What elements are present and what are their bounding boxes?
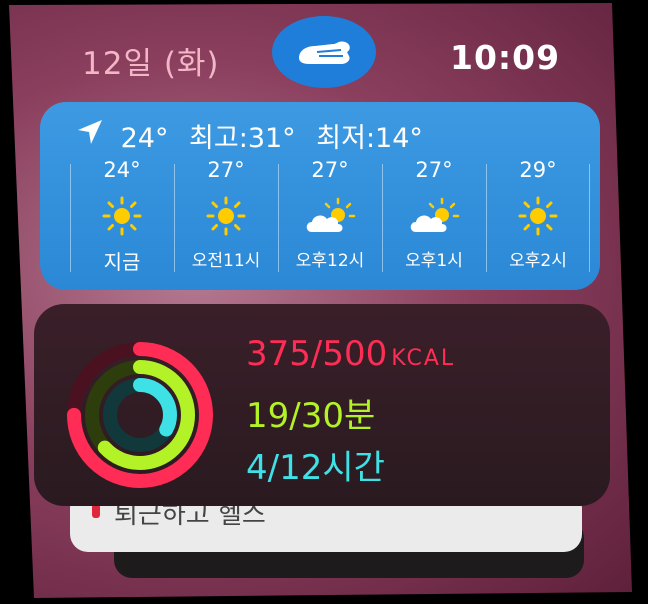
activity-widget[interactable]: 375/500 KCAL 19/30분 4/12시간 xyxy=(34,304,610,506)
activity-rings xyxy=(67,342,213,488)
forecast-temp: 29° xyxy=(519,158,557,182)
forecast-time: 오후12시 xyxy=(295,251,365,271)
forecast-temp: 27° xyxy=(415,158,453,182)
move-stat: 375/500 KCAL xyxy=(246,334,455,374)
forecast-time: 오후1시 xyxy=(405,251,463,271)
watch-screen: 12일 (화) 10:09 24° 최고:31° 최저:14° 24° 지금 2… xyxy=(9,3,632,598)
forecast-time: 오전11시 xyxy=(191,251,261,271)
low-temperature: 최저:14° xyxy=(316,123,423,154)
date-label: 12일 (화) xyxy=(82,46,220,82)
move-value: 375/500 xyxy=(246,334,388,374)
hand-gesture-icon xyxy=(299,41,350,64)
forecast-hour: 29° 오후2시 xyxy=(486,158,590,274)
sun-icon xyxy=(518,196,558,236)
move-unit: KCAL xyxy=(391,346,456,371)
forecast-hour: 24° 지금 xyxy=(70,158,174,274)
current-temperature: 24° xyxy=(120,123,169,154)
forecast-temp: 27° xyxy=(207,158,245,182)
weather-summary: 24° 최고:31° 최저:14° xyxy=(78,116,423,155)
partly-cloudy-icon xyxy=(306,197,356,232)
exercise-stat: 19/30분 xyxy=(246,396,376,436)
forecast-time: 오후2시 xyxy=(509,251,567,271)
weather-widget[interactable]: 24° 최고:31° 최저:14° 24° 지금 27° 오전11시 27° 오… xyxy=(40,102,600,290)
time-label: 10:09 xyxy=(450,38,561,77)
forecast-hour: 27° 오후1시 xyxy=(382,158,486,274)
location-arrow-icon xyxy=(78,120,102,144)
forecast-temp: 24° xyxy=(103,158,141,182)
reminder-marker xyxy=(92,504,100,518)
stand-stat: 4/12시간 xyxy=(246,448,385,488)
partly-cloudy-icon xyxy=(410,197,460,232)
forecast-hour: 27° 오후12시 xyxy=(278,158,382,274)
forecast-hour: 27° 오전11시 xyxy=(174,158,278,274)
sun-icon xyxy=(102,196,142,236)
sun-icon xyxy=(206,196,246,236)
high-temperature: 최고:31° xyxy=(189,123,296,154)
forecast-time: 지금 xyxy=(103,250,141,274)
hourly-forecast: 24° 지금 27° 오전11시 27° 오후12시 27° 오후1시 29° … xyxy=(70,158,590,274)
now-playing-button[interactable] xyxy=(272,16,376,88)
forecast-temp: 27° xyxy=(311,158,349,182)
